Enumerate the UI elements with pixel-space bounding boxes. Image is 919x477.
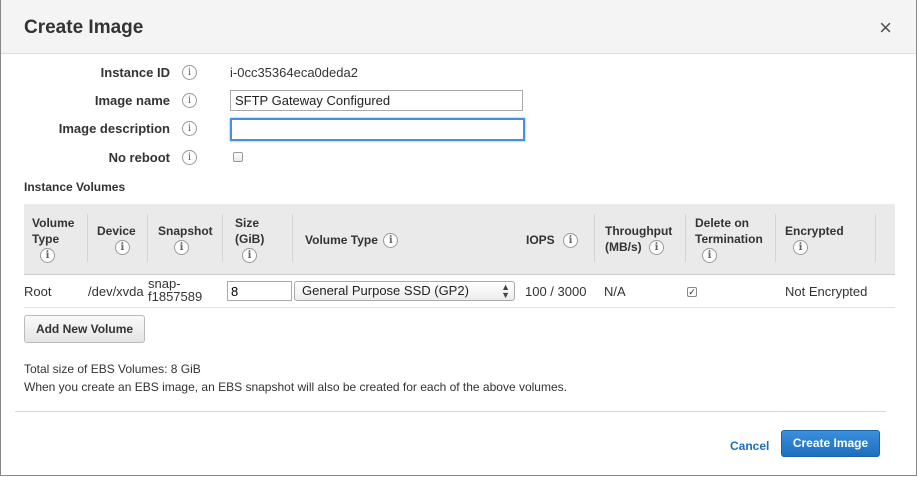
info-icon[interactable]: i <box>182 65 197 80</box>
info-icon[interactable]: i <box>563 233 579 249</box>
no-reboot-label: No reboot <box>108 150 170 165</box>
no-reboot-checkbox[interactable] <box>233 152 243 162</box>
image-name-label: Image name <box>94 93 170 108</box>
info-icon[interactable]: i <box>793 240 808 256</box>
snapshot-note-text: When you create an EBS image, an EBS sna… <box>24 380 567 394</box>
col-volume-type: Volume Type i <box>24 204 88 275</box>
volume-type-select[interactable]: General Purpose SSD (GP2) ▲ ▼ <box>294 281 515 301</box>
col-size-label-2: (GiB) <box>235 232 265 246</box>
col-snapshot-label: Snapshot <box>158 224 213 238</box>
no-reboot-row: No reboot i <box>1 147 601 169</box>
col-encrypted: Encrypted i <box>776 204 876 275</box>
total-size-text: Total size of EBS Volumes: 8 GiB <box>24 362 201 376</box>
col-throughput-label-2: (MB/s) <box>605 240 642 254</box>
instance-volumes-title: Instance Volumes <box>24 180 126 194</box>
delete-on-termination-checkbox[interactable]: ✓ <box>687 287 697 297</box>
col-device: Device i <box>88 204 148 275</box>
col-volume-type-label-2: Type <box>32 232 60 246</box>
info-icon[interactable]: i <box>383 233 399 249</box>
col-delete-label-2: Termination <box>695 232 763 246</box>
col-size: Size (GiB) i <box>223 204 293 275</box>
select-arrows-icon: ▲ ▼ <box>501 282 510 300</box>
col-device-label: Device <box>97 224 136 238</box>
cancel-button[interactable]: Cancel <box>730 439 769 453</box>
info-icon[interactable]: i <box>242 248 257 264</box>
info-icon[interactable]: i <box>182 121 197 136</box>
table-row: Root /dev/xvda snap- f1857589 General Pu… <box>24 276 895 308</box>
col-ebs-volume-type-label: Volume Type <box>305 233 378 247</box>
col-encrypted-label: Encrypted <box>785 224 844 238</box>
image-name-input[interactable] <box>230 90 523 111</box>
snapshot-id-part-2: f1857589 <box>148 289 203 304</box>
info-icon[interactable]: i <box>649 240 665 256</box>
close-icon[interactable]: × <box>879 17 892 39</box>
instance-id-row: Instance ID i i-0cc35364eca0deda2 <box>1 62 601 84</box>
info-icon[interactable]: i <box>182 150 197 165</box>
footer-divider <box>15 411 886 412</box>
device-cell: /dev/xvda <box>88 284 144 299</box>
col-delete-label: Delete on <box>695 216 750 230</box>
image-name-row: Image name i <box>1 90 601 112</box>
instance-id-value: i-0cc35364eca0deda2 <box>230 65 358 80</box>
volumes-table-header: Volume Type i Device i Snapshot i Size (… <box>24 204 895 275</box>
throughput-cell: N/A <box>604 284 626 299</box>
info-icon[interactable]: i <box>182 93 197 108</box>
col-delete-on-termination: Delete on Termination i <box>686 204 776 275</box>
col-volume-type-label: Volume <box>32 216 75 230</box>
col-iops: IOPS i <box>516 204 595 275</box>
col-size-label: Size <box>235 216 260 230</box>
size-input[interactable] <box>227 281 292 301</box>
instance-id-label: Instance ID <box>100 65 170 80</box>
image-description-row: Image description i <box>1 118 601 141</box>
col-throughput: Throughput (MB/s) i <box>595 204 686 275</box>
col-ebs-volume-type: Volume Type i <box>293 204 516 275</box>
col-throughput-label: Throughput <box>605 224 673 238</box>
dialog-title: Create Image <box>24 17 144 38</box>
create-image-dialog: Create Image × Instance ID i i-0cc35364e… <box>0 0 917 476</box>
snapshot-cell: snap- f1857589 <box>148 277 202 303</box>
volume-type-selected: General Purpose SSD (GP2) <box>302 283 469 298</box>
info-icon[interactable]: i <box>40 248 55 264</box>
iops-cell: 100 / 3000 <box>525 284 587 299</box>
create-image-button[interactable]: Create Image <box>781 430 880 457</box>
add-new-volume-button[interactable]: Add New Volume <box>24 315 145 343</box>
image-description-label: Image description <box>58 121 170 136</box>
info-icon[interactable]: i <box>174 240 189 256</box>
info-icon[interactable]: i <box>702 248 717 264</box>
dialog-header: Create Image × <box>1 0 916 54</box>
image-description-input[interactable] <box>230 118 525 141</box>
col-iops-label: IOPS <box>526 233 555 247</box>
col-snapshot: Snapshot i <box>148 204 223 275</box>
volume-type-cell: Root <box>24 284 52 299</box>
info-icon[interactable]: i <box>114 240 130 256</box>
encrypted-cell: Not Encrypted <box>785 284 868 299</box>
